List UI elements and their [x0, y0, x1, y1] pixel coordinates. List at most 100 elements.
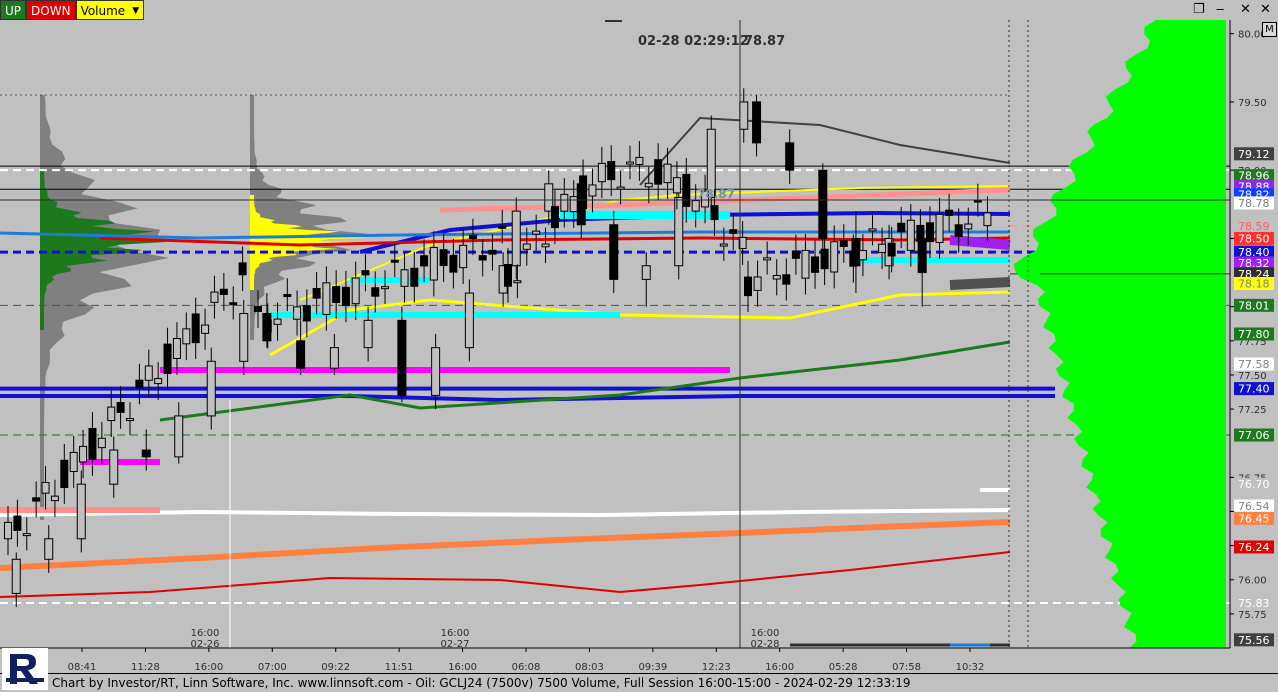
footer-bar: Chart by Investor/RT, Linn Software, Inc… — [0, 673, 1278, 692]
price-label: 77.58 — [1238, 358, 1270, 371]
candle-body — [820, 248, 829, 270]
candle-body — [635, 156, 644, 166]
candle-body — [464, 292, 474, 349]
candle-body — [239, 313, 249, 362]
candle-body — [739, 101, 749, 130]
candle-body — [782, 274, 791, 285]
linn-logo-icon — [2, 648, 48, 690]
time-tick-label: 06:08 — [512, 662, 541, 673]
candle-body — [371, 287, 380, 297]
price-label: 75.83 — [1238, 597, 1270, 610]
price-label: 78.50 — [1238, 232, 1270, 245]
down-button[interactable]: DOWN — [26, 0, 76, 20]
candle-body — [4, 521, 12, 540]
candle-body — [763, 257, 772, 261]
candle-body — [772, 275, 781, 280]
crosshair-price: 78.87 — [744, 34, 785, 49]
candle-body — [945, 209, 954, 216]
candle-body — [964, 223, 973, 230]
candle-body — [263, 319, 272, 333]
candle-body — [107, 406, 116, 422]
candle-body — [597, 162, 606, 183]
candle-body — [849, 250, 858, 267]
candle-body — [459, 244, 468, 269]
time-tick-label: 11:28 — [131, 662, 160, 673]
candle-body — [504, 263, 512, 287]
candle-body — [858, 250, 867, 261]
candle-body — [182, 328, 191, 345]
candle-body — [691, 200, 700, 212]
up-button[interactable]: UP — [0, 0, 27, 20]
candle-body — [616, 186, 625, 190]
time-tick-label: 12:23 — [702, 662, 731, 673]
price-label: 78.01 — [1238, 299, 1270, 312]
marker-badge[interactable]: M — [1262, 22, 1277, 37]
candle-body — [322, 282, 331, 315]
candle-body — [312, 288, 321, 299]
time-tick-label: 05:28 — [829, 662, 858, 673]
price-tick-label: 77.50 — [1238, 371, 1267, 382]
close-icon[interactable]: ✕ — [1240, 2, 1251, 17]
candle-body — [69, 451, 78, 473]
time-tick-label: 07:58 — [892, 662, 921, 673]
candle-body — [332, 286, 341, 303]
candle-body — [238, 262, 247, 276]
candle-body — [887, 242, 896, 257]
candle-body — [801, 249, 810, 279]
time-tick-label: 09:39 — [638, 662, 667, 673]
time-tick-label: 10:32 — [956, 662, 985, 673]
candle-body — [513, 280, 522, 284]
candle-body — [296, 340, 306, 369]
band-darkgray — [949, 277, 1011, 290]
time-tick-label: 11:51 — [385, 662, 414, 673]
candle-body — [710, 205, 719, 221]
price-label: 79.12 — [1238, 148, 1270, 161]
candle-body — [818, 169, 828, 239]
price-tick-label: 79.50 — [1238, 98, 1267, 109]
price-tick-label: 76.00 — [1238, 576, 1267, 587]
candle-body — [210, 291, 219, 303]
candle-body — [302, 305, 311, 322]
footer-text: Chart by Investor/RT, Linn Software, Inc… — [52, 676, 911, 690]
candle-body — [97, 437, 106, 449]
session-time-label: 16:00 — [751, 628, 780, 639]
candle-body — [60, 459, 69, 488]
candle-body — [381, 286, 389, 290]
time-tick-label: 07:00 — [258, 662, 287, 673]
candle-body — [172, 338, 181, 359]
candle-body — [163, 343, 172, 375]
close-all-icon[interactable]: ✕ — [1260, 2, 1271, 17]
candle-body — [254, 306, 262, 312]
candle-body — [935, 213, 944, 244]
chevron-down-icon: ▼ — [132, 6, 140, 16]
candle-body — [811, 256, 820, 273]
candle-body — [126, 418, 134, 422]
candle-body — [11, 558, 21, 594]
candle-body — [654, 159, 663, 185]
time-tick-label: 16:00 — [194, 662, 223, 673]
candle-body — [752, 101, 762, 144]
restore-icon[interactable]: ❐ — [1193, 2, 1205, 17]
candle-body — [76, 483, 86, 540]
candle-body — [135, 379, 144, 389]
candle-body — [682, 173, 691, 207]
price-label: 77.06 — [1238, 429, 1270, 442]
candle-body — [607, 161, 616, 181]
candle-body — [397, 319, 407, 396]
time-tick-label: 16:00 — [765, 662, 794, 673]
candle-body — [431, 347, 441, 396]
time-tick-label: 16:00 — [448, 662, 477, 673]
candle-body — [32, 497, 41, 502]
candle-body — [644, 182, 653, 188]
candle-body — [744, 276, 752, 297]
price-label: 77.80 — [1238, 328, 1270, 341]
minimize-icon[interactable]: ‒ — [1216, 2, 1224, 17]
candle-body — [420, 255, 429, 267]
price-chart[interactable]: 80.0079.5079.0078.5078.0077.7577.5077.25… — [0, 0, 1278, 673]
candle-body — [917, 237, 927, 274]
candle-body — [729, 229, 738, 234]
volume-dropdown[interactable]: Volume ▼ — [75, 0, 145, 20]
candle-body — [830, 241, 839, 273]
time-tick-label: 09:22 — [321, 662, 350, 673]
volume-dropdown-label: Volume — [80, 4, 126, 18]
